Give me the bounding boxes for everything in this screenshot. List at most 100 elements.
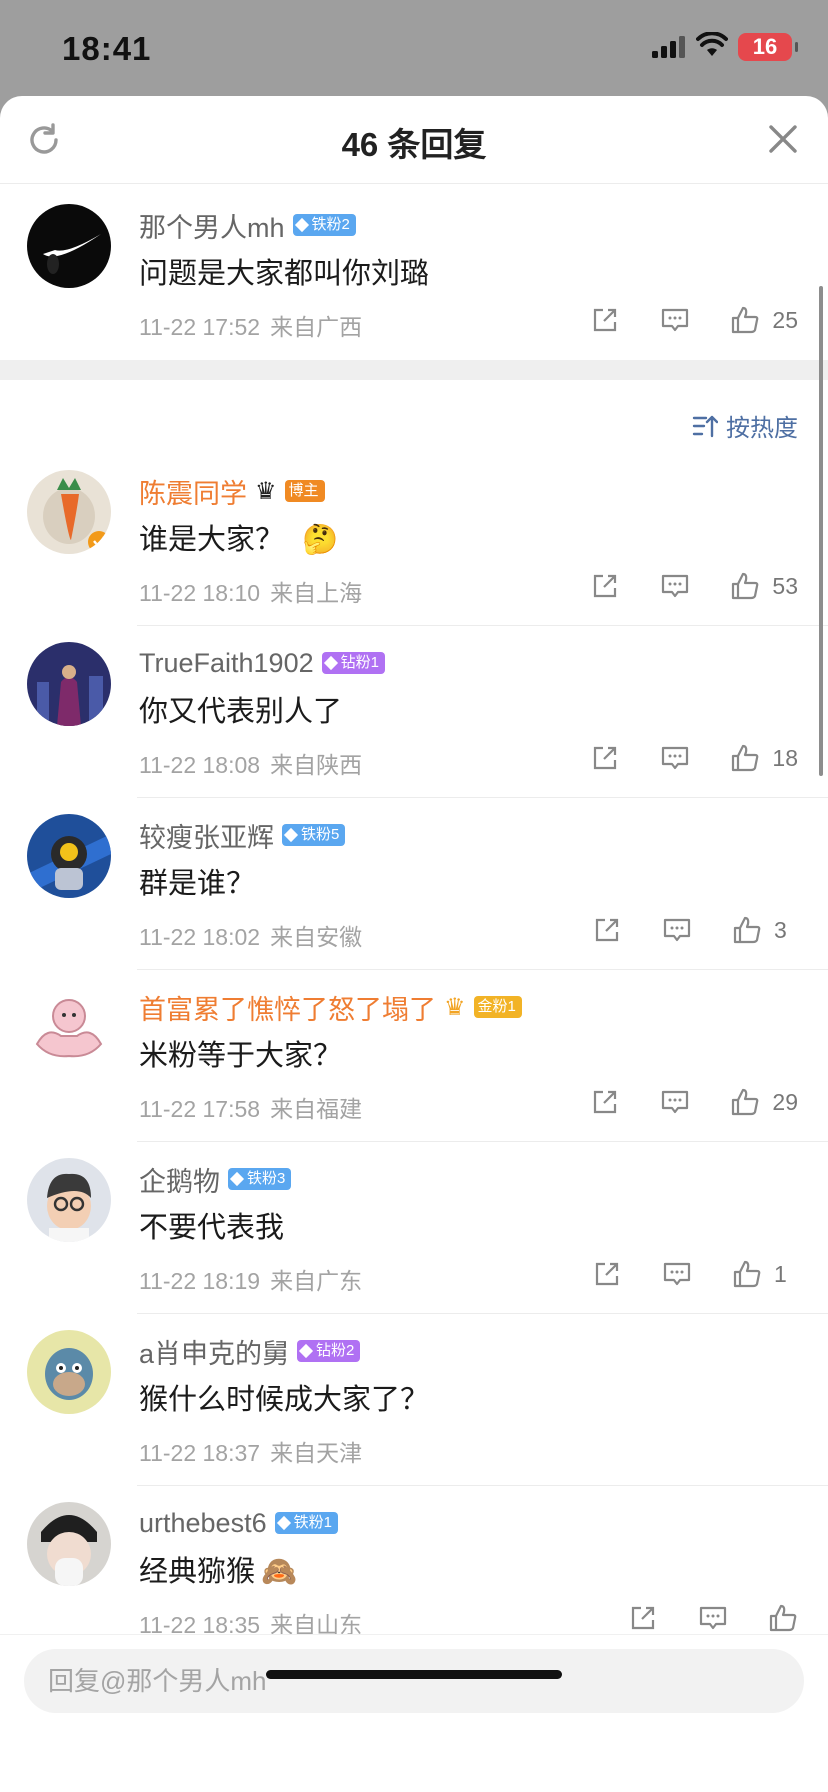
comment-header: 首富累了憔悴了怒了塌了 ♛ 金粉1 — [139, 988, 522, 1027]
battery-indicator: 16 — [738, 33, 798, 61]
comment-header: TrueFaith1902 钻粉1 — [139, 646, 385, 680]
like-icon[interactable] — [732, 915, 762, 945]
comment-item: a肖申克的舅 钻粉2 猴什么时候成大家了？ 11-22 18:37 来自天津 — [0, 1314, 828, 1486]
comment-meta: 11-22 18:10 来自上海 — [139, 580, 363, 606]
like-icon[interactable] — [730, 1087, 760, 1117]
sheet-header: 46 条回复 — [0, 96, 828, 184]
username[interactable]: 陈震同学 — [139, 472, 247, 511]
comment-icon[interactable] — [662, 915, 692, 945]
comment-header: urthebest6 铁粉1 — [139, 1506, 338, 1540]
comment-text: 群是谁？ — [139, 868, 256, 900]
avatar[interactable] — [27, 1158, 111, 1242]
comment-meta: 11-22 18:08 来自陕西 — [139, 752, 363, 778]
comment-item: urthebest6 铁粉1 经典猕猴 🙈 11-22 18:35 来自山东 — [0, 1486, 828, 1658]
sort-label: 按热度 — [726, 415, 798, 442]
comment-item: 陈震同学 ♛ 博主 谁是大家？ 🤔 11-22 18:10 来自上海 53 — [0, 454, 828, 626]
blogger-badge: 博主 — [284, 480, 325, 502]
avatar[interactable] — [27, 470, 111, 554]
username[interactable]: 较瘦张亚辉 — [139, 816, 274, 855]
share-icon[interactable] — [592, 915, 622, 945]
comment-header: a肖申克的舅 钻粉2 — [139, 1332, 361, 1371]
share-icon[interactable] — [628, 1603, 658, 1633]
share-icon[interactable] — [592, 1259, 622, 1289]
share-icon[interactable] — [590, 571, 620, 601]
comment-icon[interactable] — [660, 571, 690, 601]
comment-header: 陈震同学 ♛ 博主 — [139, 472, 325, 511]
share-icon[interactable] — [590, 1087, 620, 1117]
comment-header: 较瘦张亚辉 铁粉5 — [139, 816, 346, 855]
username[interactable]: 企鹅物 — [139, 1160, 220, 1199]
comment-meta: 11-22 17:52 来自广西 — [139, 314, 363, 340]
comment-item: 企鹅物 铁粉3 不要代表我 11-22 18:19 来自广东 1 — [0, 1142, 828, 1314]
crown-icon: ♛ — [255, 477, 277, 505]
avatar[interactable] — [27, 986, 111, 1070]
comment-actions: 1 — [552, 1256, 798, 1292]
comment-item: 较瘦张亚辉 铁粉5 群是谁？ 11-22 18:02 来自安徽 3 — [0, 798, 828, 970]
comment-icon[interactable] — [660, 305, 690, 335]
username[interactable]: urthebest6 — [139, 1508, 267, 1539]
like-icon[interactable] — [730, 743, 760, 773]
comment-icon[interactable] — [660, 1087, 690, 1117]
comment-actions: 18 — [550, 740, 798, 776]
username[interactable]: a肖申克的舅 — [139, 1332, 289, 1371]
like-count: 18 — [772, 744, 798, 771]
comment-icon[interactable] — [662, 1259, 692, 1289]
fan-badge: 金粉1 — [473, 996, 522, 1018]
comment-text: 猴什么时候成大家了？ — [139, 1384, 430, 1416]
avatar[interactable] — [27, 1502, 111, 1586]
comment-text: 经典猕猴 🙈 — [139, 1556, 298, 1588]
username[interactable]: 首富累了憔悴了怒了塌了 — [139, 988, 436, 1027]
gold-crown-icon: ♛ — [444, 993, 466, 1021]
share-icon[interactable] — [590, 305, 620, 335]
comment-icon[interactable] — [698, 1603, 728, 1633]
comment-meta: 11-22 17:58 来自福建 — [139, 1096, 363, 1122]
fan-badge: 钻粉2 — [297, 1340, 361, 1362]
reply-input[interactable] — [24, 1649, 804, 1713]
status-time: 18:41 — [62, 30, 152, 67]
comment-text: 谁是大家？ 🤔 — [139, 524, 339, 556]
username[interactable]: TrueFaith1902 — [139, 648, 314, 679]
like-icon[interactable] — [730, 571, 760, 601]
status-bar: 18:41 16 — [0, 0, 828, 96]
comment-item: TrueFaith1902 钻粉1 你又代表别人了 11-22 18:08 来自陕… — [0, 626, 828, 798]
fan-badge: 铁粉3 — [228, 1168, 292, 1190]
comment-actions: 29 — [550, 1084, 798, 1120]
avatar[interactable] — [27, 204, 111, 288]
parent-comment: 那个男人mh 铁粉2 问题是大家都叫你刘璐 11-22 17:52 来自广西 25 — [0, 188, 828, 360]
scrollbar[interactable] — [819, 286, 823, 776]
avatar[interactable] — [27, 1330, 111, 1414]
like-count: 29 — [772, 1088, 798, 1115]
like-count: 53 — [772, 572, 798, 599]
like-icon[interactable] — [768, 1603, 798, 1633]
section-divider — [0, 360, 828, 380]
comment-text: 问题是大家都叫你刘璐 — [139, 258, 430, 290]
comment-meta: 11-22 18:37 来自天津 — [139, 1440, 363, 1466]
comment-icon[interactable] — [660, 743, 690, 773]
share-icon[interactable] — [590, 743, 620, 773]
comment-text: 你又代表别人了 — [139, 696, 343, 728]
comment-text: 米粉等于大家？ — [139, 1040, 343, 1072]
comment-item: 首富累了憔悴了怒了塌了 ♛ 金粉1 米粉等于大家？ 11-22 17:58 来自福… — [0, 970, 828, 1142]
like-icon[interactable] — [732, 1259, 762, 1289]
like-icon[interactable] — [730, 305, 760, 335]
comment-actions — [588, 1600, 798, 1636]
avatar[interactable] — [27, 814, 111, 898]
like-count: 1 — [774, 1260, 787, 1287]
sort-button[interactable]: 按热度 — [692, 408, 798, 443]
comment-header: 企鹅物 铁粉3 — [139, 1160, 292, 1199]
fan-badge: 铁粉2 — [292, 214, 356, 236]
comment-header: 那个男人mh 铁粉2 — [139, 206, 356, 245]
home-indicator[interactable] — [266, 1670, 562, 1679]
like-count: 25 — [772, 306, 798, 333]
comment-meta: 11-22 18:19 来自广东 — [139, 1268, 363, 1294]
fan-badge: 钻粉1 — [321, 652, 385, 674]
monkey-emoji-icon: 🙈 — [261, 1556, 298, 1588]
username[interactable]: 那个男人mh — [139, 206, 285, 245]
comment-actions: 3 — [552, 912, 798, 948]
sort-icon — [692, 415, 718, 437]
signal-icon — [652, 36, 685, 58]
close-icon[interactable] — [766, 122, 800, 156]
avatar[interactable] — [27, 642, 111, 726]
fan-badge: 铁粉5 — [282, 824, 346, 846]
reply-bar — [0, 1634, 828, 1792]
